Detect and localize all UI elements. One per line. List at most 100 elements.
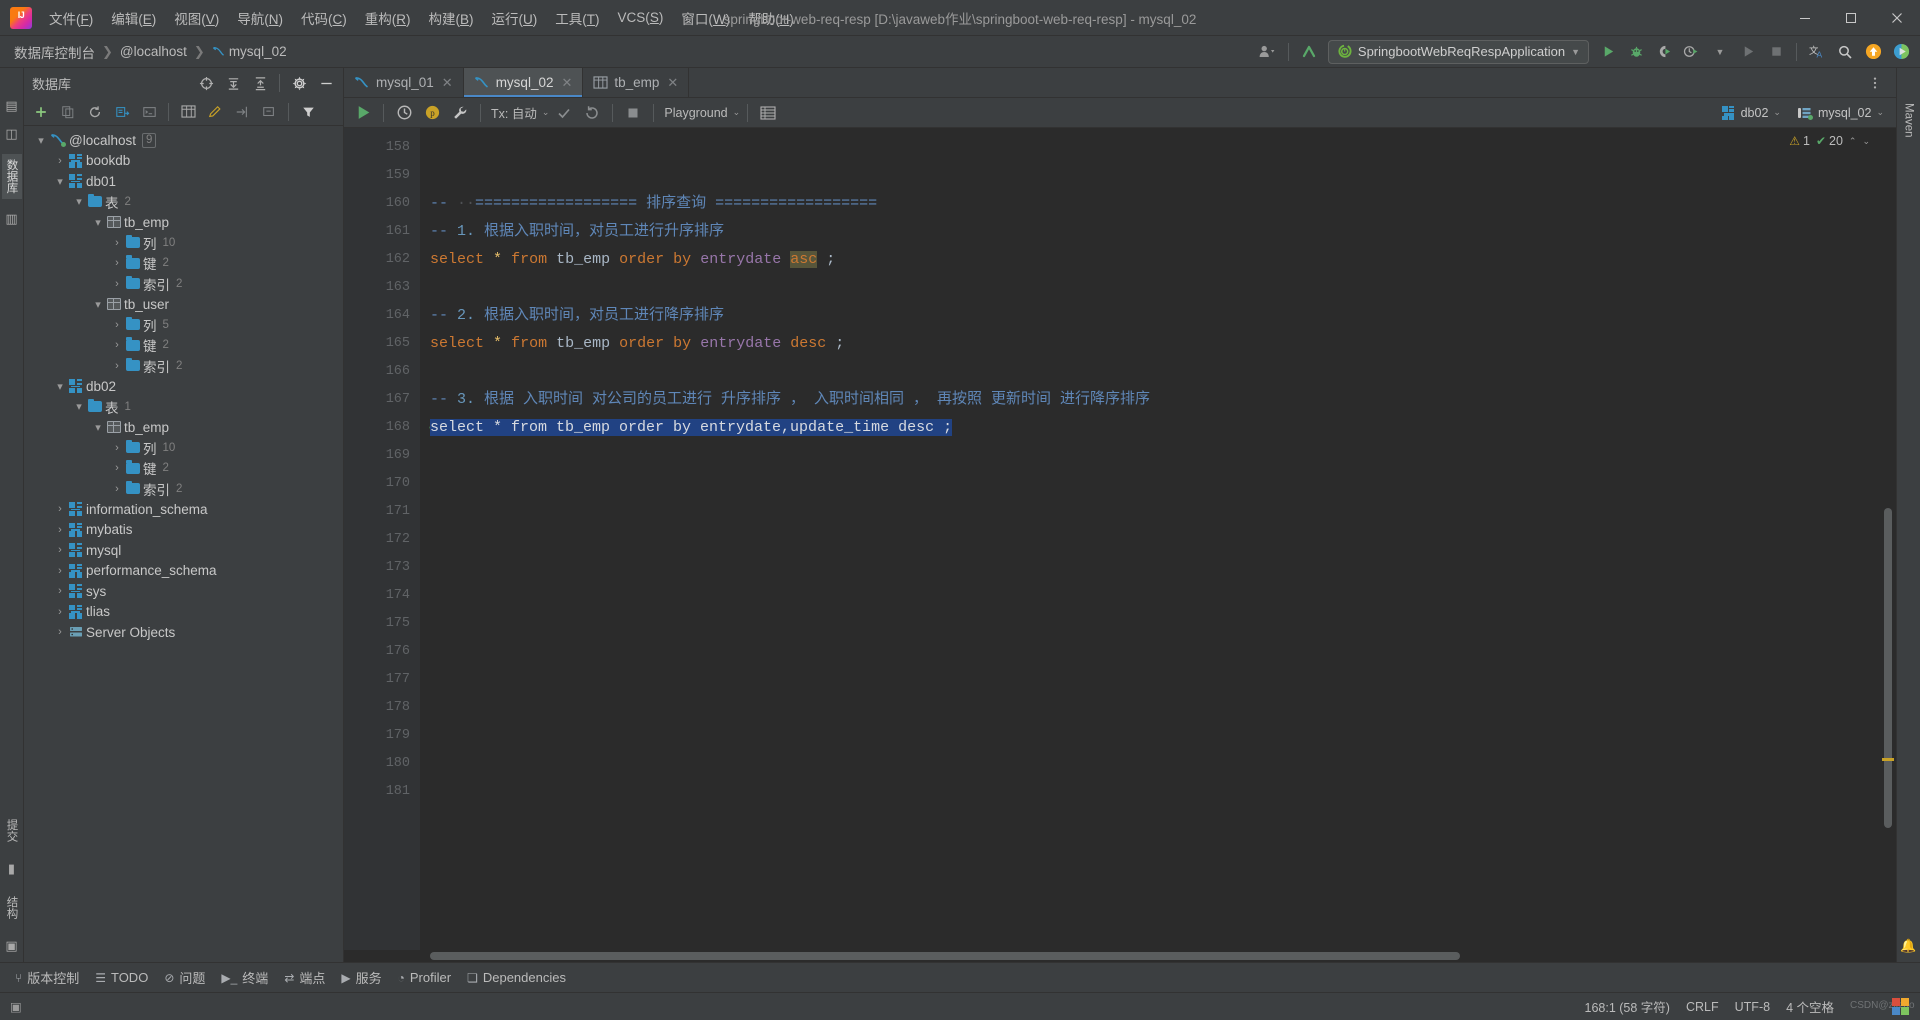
- code-line[interactable]: [430, 722, 1896, 750]
- line-number[interactable]: 177: [344, 666, 420, 694]
- editor-tab-mysql-01[interactable]: mysql_01 ✕: [344, 68, 464, 97]
- jump-to-query-icon[interactable]: [109, 100, 135, 124]
- data-grid-toggle-icon[interactable]: [755, 101, 781, 125]
- line-number[interactable]: 165: [344, 330, 420, 358]
- chevron-right-icon[interactable]: ›: [51, 565, 69, 577]
- bottom-tab-todo[interactable]: ☰ TODO: [88, 967, 155, 988]
- line-number[interactable]: 166: [344, 358, 420, 386]
- chevron-right-icon[interactable]: ›: [108, 339, 126, 351]
- bottom-tab-problems[interactable]: ⊘ 问题: [157, 965, 212, 990]
- line-number[interactable]: 168✔: [344, 414, 438, 442]
- line-number[interactable]: 171: [344, 498, 420, 526]
- line-number[interactable]: 176: [344, 638, 420, 666]
- settings-wrench-icon[interactable]: [447, 101, 473, 125]
- tree-node-db02-tb-emp[interactable]: ▾ tb_emp: [24, 417, 343, 438]
- line-number[interactable]: 163: [344, 274, 420, 302]
- file-encoding[interactable]: UTF-8: [1735, 1000, 1770, 1014]
- menu-window[interactable]: 窗口(W): [672, 4, 739, 32]
- chevron-right-icon[interactable]: ›: [51, 626, 69, 638]
- chevron-right-icon[interactable]: ›: [108, 319, 126, 331]
- tree-node-db01-tb-emp-keys[interactable]: › 键 2: [24, 253, 343, 274]
- breadcrumb-item-0[interactable]: 数据库控制台: [10, 40, 99, 64]
- code-line[interactable]: [430, 498, 1896, 526]
- run-icon[interactable]: [1595, 40, 1621, 64]
- line-number[interactable]: 173: [344, 554, 420, 582]
- tab-list-options-icon[interactable]: [1862, 71, 1888, 95]
- status-left-icon[interactable]: ▣: [10, 999, 22, 1014]
- tree-node-db01-tb-user-keys[interactable]: › 键 2: [24, 335, 343, 356]
- tree-node-information-schema[interactable]: › information_schema: [24, 499, 343, 520]
- code-line[interactable]: [430, 610, 1896, 638]
- tree-node-localhost[interactable]: ▾ @localhost 9: [24, 130, 343, 151]
- next-problem-icon[interactable]: ⌄: [1862, 136, 1870, 147]
- bottom-tab-endpoints[interactable]: ⇄ 端点: [277, 965, 332, 990]
- code-line[interactable]: select * from tb_emp order by entrydate …: [430, 246, 1896, 274]
- profiler-icon[interactable]: [1679, 40, 1705, 64]
- code-line[interactable]: [430, 750, 1896, 778]
- tree-node-db01-tb-user-indexes[interactable]: › 索引 2: [24, 356, 343, 377]
- chevron-down-icon[interactable]: ▾: [51, 175, 69, 188]
- inspection-count[interactable]: ✔ 20: [1816, 134, 1843, 148]
- line-number[interactable]: 179: [344, 722, 420, 750]
- transaction-mode-label[interactable]: Tx: 自动: [488, 103, 540, 122]
- schema-selector-label[interactable]: Playground: [661, 106, 730, 120]
- add-icon[interactable]: [28, 100, 54, 124]
- code-line[interactable]: [430, 694, 1896, 722]
- line-number[interactable]: 161: [344, 218, 420, 246]
- project-window-icon[interactable]: ▤: [5, 98, 17, 114]
- editor-vertical-scrollbar[interactable]: [1884, 508, 1892, 828]
- line-number[interactable]: 180: [344, 750, 420, 778]
- line-number[interactable]: 160: [344, 190, 420, 218]
- code-line[interactable]: [430, 638, 1896, 666]
- code-line[interactable]: [430, 554, 1896, 582]
- rail-tab-database[interactable]: 数据库: [1, 154, 22, 199]
- filter-icon[interactable]: [295, 100, 321, 124]
- tree-node-db02[interactable]: ▾ db02: [24, 376, 343, 397]
- breadcrumb-item-1[interactable]: @localhost: [116, 42, 191, 61]
- menu-file[interactable]: 文件(F): [40, 4, 102, 32]
- breadcrumb-item-2[interactable]: mysql_02: [208, 42, 291, 61]
- line-number[interactable]: 172: [344, 526, 420, 554]
- chevron-right-icon[interactable]: ›: [108, 483, 126, 495]
- line-number[interactable]: 162: [344, 246, 420, 274]
- schema-chevron-down-icon[interactable]: ⌄: [733, 107, 741, 118]
- code-line[interactable]: select * from tb_emp order by entrydate …: [430, 330, 1896, 358]
- update-notification-icon[interactable]: [1860, 40, 1886, 64]
- code-line[interactable]: -- ··================== 排序查询 ===========…: [430, 190, 1896, 218]
- tree-node-db01-tb-user-columns[interactable]: › 列 5: [24, 315, 343, 336]
- translate-icon[interactable]: 文 A: [1804, 40, 1830, 64]
- code-line[interactable]: [430, 134, 1896, 162]
- tree-node-db01-tb-user[interactable]: ▾ tb_user: [24, 294, 343, 315]
- tree-node-db01-tb-emp[interactable]: ▾ tb_emp: [24, 212, 343, 233]
- line-number[interactable]: 170: [344, 470, 420, 498]
- close-icon[interactable]: ✕: [442, 75, 453, 91]
- chevron-down-icon[interactable]: ▾: [89, 216, 107, 229]
- menu-tools[interactable]: 工具(T): [546, 4, 608, 32]
- chevron-right-icon[interactable]: ›: [108, 237, 126, 249]
- chevron-right-icon[interactable]: ›: [108, 442, 126, 454]
- run-dropdown-chevron-icon[interactable]: ▼: [1707, 40, 1733, 64]
- chevron-right-icon[interactable]: ›: [108, 462, 126, 474]
- tree-node-bookdb[interactable]: › bookdb: [24, 151, 343, 172]
- rail-tab-maven[interactable]: Maven: [1901, 98, 1917, 143]
- tree-node-server-objects[interactable]: › Server Objects: [24, 622, 343, 643]
- warning-count[interactable]: ⚠ 1: [1789, 134, 1810, 148]
- code-line[interactable]: -- 1. 根据入职时间，对员工进行升序排序: [430, 218, 1896, 246]
- tree-node-db01[interactable]: ▾ db01: [24, 171, 343, 192]
- collapse-all-icon[interactable]: [247, 71, 273, 95]
- tree-node-tlias[interactable]: › tlias: [24, 602, 343, 623]
- menu-code[interactable]: 代码(C): [292, 4, 356, 32]
- chevron-right-icon[interactable]: ›: [51, 503, 69, 515]
- caret-position[interactable]: 168:1 (58 字符): [1585, 997, 1670, 1016]
- update-arrow-icon[interactable]: [1296, 40, 1322, 64]
- editor-marker-stripe[interactable]: [1882, 758, 1894, 761]
- settings-rail-icon[interactable]: ▣: [5, 938, 17, 954]
- chevron-right-icon[interactable]: ›: [51, 155, 69, 167]
- bottom-tab-services[interactable]: ▶ 服务: [334, 965, 388, 990]
- tree-node-db01-tb-emp-indexes[interactable]: › 索引 2: [24, 274, 343, 295]
- bottom-tab-version-control[interactable]: ⑂ 版本控制: [8, 965, 86, 990]
- history-icon[interactable]: [391, 101, 417, 125]
- close-icon[interactable]: ✕: [667, 75, 678, 91]
- line-number-gutter[interactable]: 158159160161162163164165166167168✔169170…: [344, 128, 438, 950]
- menu-build[interactable]: 构建(B): [420, 4, 483, 32]
